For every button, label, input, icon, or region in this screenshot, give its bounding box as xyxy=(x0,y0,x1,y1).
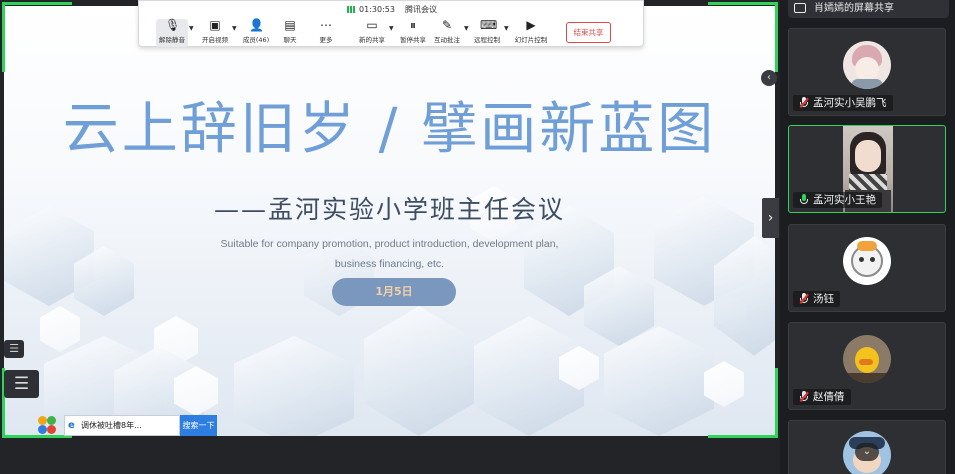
slide-subtitle: ——孟河实验小学班主任会议 xyxy=(213,195,565,224)
share-frame-corner xyxy=(708,2,778,72)
chevron-down-icon[interactable]: ⌄ xyxy=(855,443,879,461)
app-name: 腾讯会议 xyxy=(404,5,437,14)
screen-share-icon: ▭ xyxy=(366,18,378,32)
participant-name: 孟河实小王艳 xyxy=(793,192,882,208)
browser-icon: e xyxy=(68,420,75,431)
shared-screen-area: 云上辞旧岁 / 擘画新蓝图 ——孟河实验小学班主任会议 Suitable for… xyxy=(0,0,780,474)
participant-panel: 肖嫣嫣的屏幕共享 孟河实小吴鹏飞 孟河实小王艳 汤钰 赵倩倩 ⌄ xyxy=(782,0,955,474)
list-icon[interactable]: ☰ xyxy=(4,340,24,358)
mic-muted-icon xyxy=(799,391,809,403)
hexagon-decoration xyxy=(364,306,474,436)
hexagon-decoration xyxy=(234,336,354,436)
participant-tile[interactable]: 赵倩倩 xyxy=(788,322,946,410)
avatar xyxy=(843,41,891,89)
slide-english-text: Suitable for company promotion, product … xyxy=(220,238,559,270)
participant-tile[interactable]: 孟河实小吴鹏飞 xyxy=(788,28,946,116)
participant-name: 汤钰 xyxy=(793,291,840,307)
end-share-button[interactable]: 结束共享 xyxy=(566,22,611,43)
search-text: 调休被吐槽8年... xyxy=(81,421,142,430)
mic-muted-icon: 🎙 xyxy=(165,18,181,32)
annotate-icon: ✎ xyxy=(441,18,453,32)
participant-name: 赵倩倩 xyxy=(793,389,851,405)
sharing-label: 肖嫣嫣的屏幕共享 xyxy=(788,0,949,18)
chat-icon: ▤ xyxy=(284,18,296,32)
remote-control-icon: ⌨ xyxy=(480,18,498,32)
collapse-toolbar-button[interactable]: ‹ xyxy=(761,70,777,86)
avatar xyxy=(843,237,891,285)
meeting-time: 01:30:53 xyxy=(359,5,395,14)
presentation-slide: 云上辞旧岁 / 擘画新蓝图 ——孟河实验小学班主任会议 Suitable for… xyxy=(4,6,775,436)
slideshow-icon: ▶ xyxy=(526,18,536,32)
participant-tile[interactable]: ⌄ xyxy=(788,420,946,474)
browser-search-input[interactable]: e 调休被吐槽8年... xyxy=(64,415,180,436)
search-button[interactable]: 搜索一下 xyxy=(180,415,217,436)
mic-on-icon xyxy=(799,194,809,206)
members-button[interactable]: 👤 成员(46) xyxy=(240,19,272,47)
pause-icon: ⏸ xyxy=(409,18,416,32)
mic-muted-icon xyxy=(799,293,809,305)
menu-list-button[interactable]: ☰ xyxy=(4,370,39,398)
meeting-window: 云上辞旧岁 / 擘画新蓝图 ——孟河实验小学班主任会议 Suitable for… xyxy=(0,0,955,474)
meeting-toolbar: 01:30:53 腾讯会议 🎙 解除静音 ▼ ▣ 开启视频 ▼ 👤 成员(46) … xyxy=(138,0,644,47)
pause-share-button[interactable]: ⏸ 暂停共享 xyxy=(397,19,429,47)
start-video-button[interactable]: ▣ 开启视频 xyxy=(199,19,231,47)
participant-name: 孟河实小吴鹏飞 xyxy=(793,95,893,111)
toggle-panel-button[interactable]: › xyxy=(762,198,779,238)
mic-muted-icon xyxy=(799,97,809,109)
app-logo-icon xyxy=(38,416,58,436)
slideshow-control-button[interactable]: ▶ 幻灯片控制 xyxy=(513,19,549,47)
chevron-down-icon[interactable]: ▼ xyxy=(232,25,237,32)
slide-title: 云上辞旧岁 / 擘画新蓝图 xyxy=(62,97,717,162)
chevron-down-icon[interactable]: ▼ xyxy=(464,25,469,32)
share-frame-corner xyxy=(2,2,72,72)
chevron-down-icon[interactable]: ▼ xyxy=(504,25,509,32)
new-share-button[interactable]: ▭ 新的共享 xyxy=(356,19,388,47)
members-icon: 👤 xyxy=(249,18,264,32)
share-frame-corner xyxy=(708,368,778,438)
remote-control-button[interactable]: ⌨ 远程控制 xyxy=(471,19,503,47)
slide-date-pill: 1月5日 xyxy=(332,278,456,306)
chevron-down-icon[interactable]: ▼ xyxy=(189,25,194,32)
chevron-down-icon[interactable]: ▼ xyxy=(389,25,394,32)
video-off-icon: ▣ xyxy=(209,18,221,32)
screen-share-icon xyxy=(794,3,806,13)
participant-tile[interactable]: 孟河实小王艳 xyxy=(788,125,946,213)
more-button[interactable]: ⋯ 更多 xyxy=(314,19,338,47)
more-icon: ⋯ xyxy=(320,18,332,32)
meeting-status: 01:30:53 腾讯会议 xyxy=(139,4,645,16)
chat-button[interactable]: ▤ 聊天 xyxy=(278,19,302,47)
unmute-button[interactable]: 🎙 解除静音 xyxy=(156,19,188,47)
annotate-button[interactable]: ✎ 互动批注 xyxy=(431,19,463,47)
signal-icon xyxy=(347,6,356,13)
participant-tile[interactable]: 汤钰 xyxy=(788,224,946,312)
avatar xyxy=(843,335,891,383)
hexagon-decoration xyxy=(40,306,80,352)
